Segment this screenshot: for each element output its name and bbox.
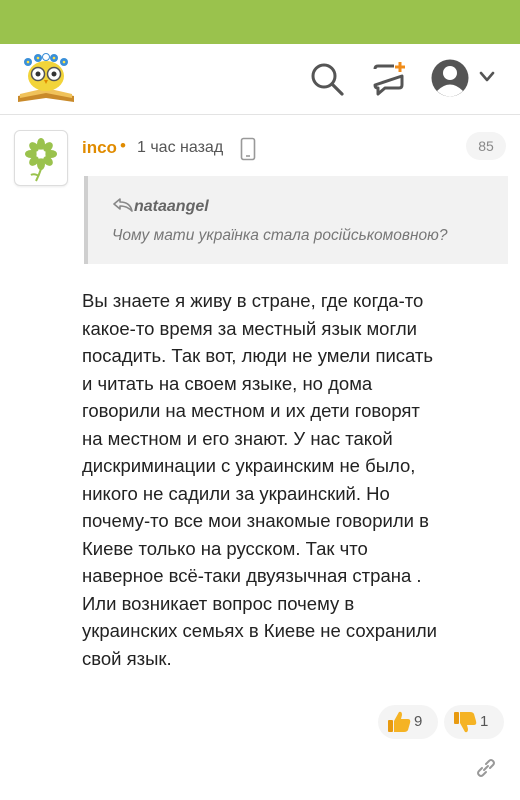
thumbs-down-icon xyxy=(454,712,477,733)
reply-arrow-icon xyxy=(113,198,133,212)
owl-logo[interactable] xyxy=(14,52,78,106)
quote-author[interactable]: nataangel xyxy=(134,198,209,216)
chevron-down-icon[interactable] xyxy=(478,70,496,84)
avatar-icon[interactable] xyxy=(430,58,470,98)
top-bar xyxy=(0,0,520,44)
avatar[interactable] xyxy=(14,130,68,186)
comment-text: Вы знаете я живу в стране, где когда-то … xyxy=(82,290,437,669)
link-icon[interactable] xyxy=(474,756,498,780)
search-icon[interactable] xyxy=(308,60,346,98)
username[interactable]: inco xyxy=(82,138,117,158)
quote-block: nataangel Чому мати українка стала росій… xyxy=(84,176,508,264)
like-button[interactable]: 9 xyxy=(378,705,438,739)
mobile-phone-icon xyxy=(240,137,256,161)
site-header xyxy=(0,44,520,115)
quote-text: Чому мати українка стала російськомовною… xyxy=(112,227,448,244)
like-count: 9 xyxy=(414,713,423,730)
comment: inco • 1 час назад 85 nataangel Чому мат… xyxy=(0,115,520,800)
dislike-count: 1 xyxy=(480,713,489,730)
comment-counter[interactable]: 85 xyxy=(466,132,506,160)
thumbs-up-icon xyxy=(388,711,411,732)
compose-icon[interactable] xyxy=(370,60,410,98)
timestamp: 1 час назад xyxy=(137,139,224,156)
dislike-button[interactable]: 1 xyxy=(444,705,504,739)
separator-dot: • xyxy=(120,136,126,155)
flower-icon xyxy=(25,138,57,182)
